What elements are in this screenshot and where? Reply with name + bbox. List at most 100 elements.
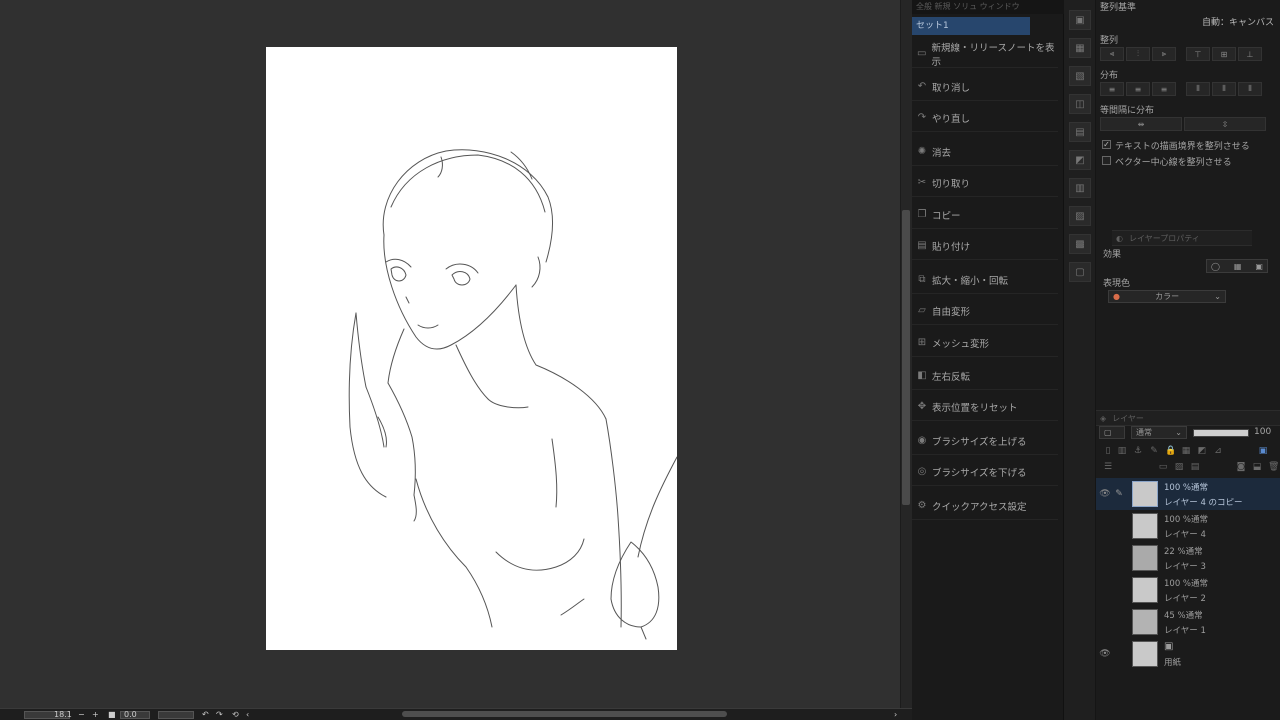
- zoom-in-button[interactable]: +: [92, 710, 99, 720]
- distribute-equal-h-icon[interactable]: ⇹: [1100, 117, 1182, 131]
- quick-item-free-transform[interactable]: ▱ 自由変形: [912, 297, 1058, 325]
- panel-toggle-icon[interactable]: ▦: [1069, 38, 1091, 58]
- lock-transparency-icon[interactable]: ▦: [1181, 446, 1191, 456]
- vertical-scrollbar-thumb[interactable]: [902, 210, 910, 505]
- distribute-left-icon[interactable]: ⦀: [1186, 82, 1210, 96]
- expression-color-value: カラー: [1155, 292, 1180, 301]
- new-raster-layer-icon[interactable]: ▭: [1158, 462, 1168, 472]
- quick-item-undo[interactable]: ↶ 取り消し: [912, 73, 1058, 101]
- panel-toggle-icon[interactable]: ▢: [1069, 262, 1091, 282]
- clip-icon[interactable]: ▥: [1117, 446, 1127, 456]
- distribute-bottom-icon[interactable]: ≡: [1152, 82, 1176, 96]
- quick-item-brush-size-down[interactable]: ◎ ブラシサイズを下げる: [912, 458, 1058, 486]
- align-center-h-icon[interactable]: ⫶: [1126, 47, 1150, 61]
- align-top-icon[interactable]: ⊤: [1186, 47, 1210, 61]
- layer-thumbnail: [1132, 481, 1158, 507]
- quick-item-release-notes[interactable]: ▭ 新規線・リリースノートを表示: [912, 40, 1058, 68]
- rotation-slider[interactable]: [158, 711, 194, 719]
- quick-access-set-selector[interactable]: セット1: [912, 17, 1030, 35]
- quick-item-label: 表示位置をリセット: [932, 402, 1018, 414]
- opacity-value[interactable]: 100: [1254, 427, 1271, 437]
- new-vector-layer-icon[interactable]: ▨: [1174, 462, 1184, 472]
- vector-center-checkbox[interactable]: [1102, 156, 1111, 165]
- panel-toggle-icon[interactable]: ▧: [1069, 66, 1091, 86]
- align-bottom-icon[interactable]: ⊥: [1238, 47, 1262, 61]
- brush-up-icon: ◉: [917, 435, 927, 446]
- quick-item-label: 新規線・リリースノートを表示: [931, 42, 1055, 68]
- reference-icon[interactable]: ⚓: [1133, 446, 1143, 456]
- layer-row[interactable]: 45 %通常 レイヤー 1: [1096, 606, 1280, 638]
- eye-icon[interactable]: 👁: [1099, 648, 1111, 660]
- paper-canvas[interactable]: [266, 47, 677, 650]
- layer-property-tab[interactable]: ◐ レイヤープロパティ: [1112, 230, 1252, 246]
- align-right-icon[interactable]: ⫸: [1152, 47, 1176, 61]
- distribute-equal-v-icon[interactable]: ⇳: [1184, 117, 1266, 131]
- quick-item-scale-rotate[interactable]: ⧉ 拡大・縮小・回転: [912, 266, 1058, 294]
- distribute-middle-icon[interactable]: ≡: [1126, 82, 1150, 96]
- layer-blend: 100 %通常: [1164, 515, 1209, 525]
- chevron-down-icon: ⌄: [1175, 428, 1182, 437]
- draft-layer-icon[interactable]: ✎: [1149, 446, 1159, 456]
- quick-item-copy[interactable]: ❐ コピー: [912, 201, 1058, 229]
- panel-toggle-icon[interactable]: ▤: [1069, 122, 1091, 142]
- layer-row[interactable]: 100 %通常 レイヤー 4: [1096, 510, 1280, 542]
- quick-item-reset-position[interactable]: ✥ 表示位置をリセット: [912, 393, 1058, 421]
- ruler-icon[interactable]: ⊿: [1213, 446, 1223, 456]
- lock-icon[interactable]: 🔒: [1165, 446, 1176, 456]
- panel-toggle-icon[interactable]: ▩: [1069, 234, 1091, 254]
- effect-buttons[interactable]: ◯ ▦ ▣: [1206, 259, 1268, 273]
- layer-row[interactable]: 👁 ✎ 100 %通常 レイヤー 4 のコピー: [1096, 478, 1280, 510]
- new-folder-icon[interactable]: ▤: [1190, 462, 1200, 472]
- distribute-right-icon[interactable]: ⦀: [1238, 82, 1262, 96]
- panel-toggle-icon[interactable]: ◩: [1069, 150, 1091, 170]
- layer-option-icon[interactable]: ▣: [1258, 446, 1268, 456]
- layer-mask-icon[interactable]: ◙: [1236, 462, 1246, 472]
- quick-item-flip-horizontal[interactable]: ◧ 左右反転: [912, 362, 1058, 390]
- quick-item-cut[interactable]: ✂ 切り取り: [912, 169, 1058, 197]
- quick-item-redo[interactable]: ↷ やり直し: [912, 104, 1058, 132]
- pencil-icon: ✎: [1115, 489, 1123, 499]
- layer-name: レイヤー 2: [1164, 594, 1206, 604]
- layer-row[interactable]: 22 %通常 レイヤー 3: [1096, 542, 1280, 574]
- zoom-out-button[interactable]: −: [78, 710, 85, 720]
- panel-toggle-icon[interactable]: ▨: [1069, 206, 1091, 226]
- quick-item-label: 取り消し: [932, 82, 971, 94]
- merge-down-icon[interactable]: ⬓: [1252, 462, 1262, 472]
- eye-icon[interactable]: 👁: [1099, 488, 1111, 500]
- rotate-reset-icon[interactable]: ⟲: [232, 710, 239, 720]
- rotation-stop-icon[interactable]: ■: [108, 710, 116, 720]
- distribute-top-icon[interactable]: ≡: [1100, 82, 1124, 96]
- rotate-left-icon[interactable]: ↶: [202, 710, 209, 720]
- layer-menu-icon[interactable]: ☰: [1103, 462, 1113, 472]
- quick-item-paste[interactable]: ▤ 貼り付け: [912, 232, 1058, 260]
- quick-item-brush-size-up[interactable]: ◉ ブラシサイズを上げる: [912, 427, 1058, 455]
- layer-color-toggle[interactable]: ▢: [1099, 426, 1125, 439]
- layer-thumbnail: [1132, 577, 1158, 603]
- quick-item-label: 左右反転: [932, 371, 971, 383]
- layer-row[interactable]: 100 %通常 レイヤー 2: [1096, 574, 1280, 606]
- layer-row[interactable]: 👁 ▣ 用紙: [1096, 638, 1280, 670]
- align-left-icon[interactable]: ⫷: [1100, 47, 1124, 61]
- align-center-v-icon[interactable]: ⊞: [1212, 47, 1236, 61]
- scroll-right-icon[interactable]: ›: [894, 710, 897, 720]
- quick-item-erase[interactable]: ✺ 消去: [912, 138, 1058, 166]
- horizontal-scrollbar-thumb[interactable]: [402, 711, 727, 717]
- opacity-slider[interactable]: [1193, 429, 1249, 437]
- layer-tool-icon[interactable]: ▯: [1103, 446, 1113, 456]
- panel-toggle-icon[interactable]: ▥: [1069, 178, 1091, 198]
- text-bounds-checkbox[interactable]: ✓: [1102, 140, 1111, 149]
- expression-color-select[interactable]: ● カラー ⌄: [1108, 290, 1226, 303]
- erase-icon: ✺: [917, 146, 927, 157]
- scroll-left-icon[interactable]: ‹: [246, 710, 249, 720]
- layer-panel-tab[interactable]: ◈ レイヤー: [1096, 410, 1280, 426]
- align-basis-value[interactable]: 自動：キャンバス: [1202, 15, 1274, 28]
- blend-mode-select[interactable]: 通常 ⌄: [1131, 426, 1187, 439]
- distribute-center-icon[interactable]: ⦀: [1212, 82, 1236, 96]
- quick-item-settings[interactable]: ⚙ クイックアクセス設定: [912, 492, 1058, 520]
- quick-item-mesh-transform[interactable]: ⊞ メッシュ変形: [912, 329, 1058, 357]
- mask-icon[interactable]: ◩: [1197, 446, 1207, 456]
- delete-layer-icon[interactable]: 🗑: [1268, 462, 1279, 472]
- panel-toggle-icon[interactable]: ▣: [1069, 10, 1091, 30]
- panel-toggle-icon[interactable]: ◫: [1069, 94, 1091, 114]
- rotate-right-icon[interactable]: ↷: [216, 710, 223, 720]
